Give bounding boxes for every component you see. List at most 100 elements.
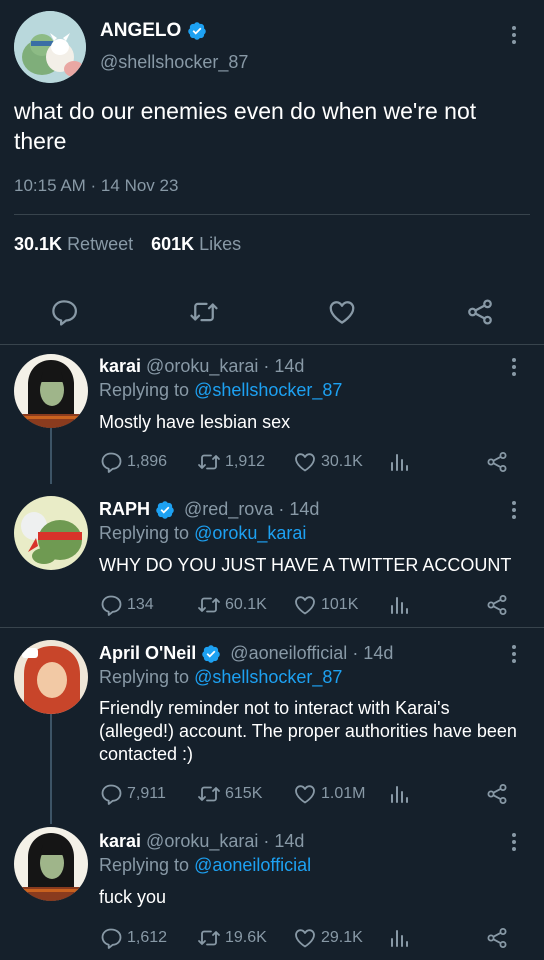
tweet-text: what do our enemies even do when we're n… [14,98,477,154]
reply-count: 1,896 [127,453,168,470]
replying-to-link[interactable]: @shellshocker_87 [194,667,342,687]
like-count: 29.1K [321,929,363,946]
replying-to-link[interactable]: @oroku_karai [194,523,306,543]
like-button[interactable]: 1.01M [293,781,365,807]
analytics-button[interactable] [387,449,411,475]
likes-stat[interactable]: 601K Likes [151,234,241,255]
reply-button[interactable]: 1,612 [99,925,167,951]
like-icon [293,782,317,806]
reply-time[interactable]: · 14d [263,356,304,377]
like-button[interactable] [322,292,362,332]
like-button[interactable]: 29.1K [293,925,363,951]
reply-action-bar: 1,896 1,912 30.1K [99,449,519,475]
reply-action-bar: 134 60.1K 101K [99,592,519,618]
retweet-count: 30.1K [14,234,63,254]
replying-to: Replying to @oroku_karai [99,523,306,544]
likes-count: 601K [151,234,195,254]
retweet-count: 615K [225,785,263,802]
reply-icon [99,593,123,617]
reply-count: 134 [127,596,154,613]
reply-author-handle[interactable]: @red_rova [184,499,273,520]
reply-text: WHY DO YOU JUST HAVE A TWITTER ACCOUNT [99,555,512,575]
avatar[interactable] [14,496,88,570]
like-button[interactable]: 30.1K [293,449,363,475]
more-options-icon[interactable] [504,355,524,379]
likes-label: Likes [199,234,242,254]
reply-header: April O'Neil @aoneilofficial · 14d [99,643,393,664]
share-icon [465,297,495,327]
reply-time[interactable]: · 14d [263,831,304,852]
analytics-button[interactable] [387,925,411,951]
like-count: 101K [321,596,359,613]
replying-to-link[interactable]: @shellshocker_87 [194,380,342,400]
like-button[interactable]: 101K [293,592,358,618]
more-options-icon[interactable] [504,498,524,522]
reply-time[interactable]: · 14d [278,499,319,520]
more-options-icon[interactable] [504,23,524,47]
reply-icon [99,450,123,474]
retweet-icon [197,926,221,950]
like-icon [293,926,317,950]
share-button[interactable] [460,292,500,332]
author-name-row[interactable]: ANGELO [100,20,207,42]
reply-action-bar: 7,911 615K 1.01M [99,781,519,807]
share-icon [485,593,509,617]
divider [0,344,544,345]
reply-icon [99,782,123,806]
reply-button[interactable] [44,292,84,332]
tweet-timestamp[interactable]: 10:15 AM · 14 Nov 23 [14,176,178,196]
retweet-button[interactable] [184,292,224,332]
author-handle[interactable]: @shellshocker_87 [100,52,248,73]
divider [14,214,530,215]
analytics-icon [387,450,411,474]
reply-button[interactable]: 134 [99,592,154,618]
reply-author-handle[interactable]: @oroku_karai [146,356,258,377]
analytics-icon [387,782,411,806]
author-name[interactable]: ANGELO [100,20,181,42]
reply-button[interactable]: 1,896 [99,449,167,475]
verified-badge-icon [187,21,207,41]
retweet-stat[interactable]: 30.1K Retweet [14,234,133,255]
reply-author-name[interactable]: karai [99,831,141,852]
reply-author-handle[interactable]: @oroku_karai [146,831,258,852]
retweet-button[interactable]: 60.1K [197,592,267,618]
like-icon [327,297,357,327]
avatar[interactable] [14,354,88,428]
avatar[interactable] [14,11,86,83]
retweet-icon [197,593,221,617]
replying-to-link[interactable]: @aoneilofficial [194,855,311,875]
like-count: 30.1K [321,453,363,470]
share-icon [485,450,509,474]
reply-icon [99,926,123,950]
reply-author-name[interactable]: karai [99,356,141,377]
more-options-icon[interactable] [504,642,524,666]
like-icon [293,450,317,474]
retweet-button[interactable]: 1,912 [197,449,265,475]
reply-author-name[interactable]: April O'Neil [99,643,196,664]
reply-header: karai @oroku_karai · 14d [99,356,304,377]
like-icon [293,593,317,617]
reply-author-name[interactable]: RAPH [99,499,150,520]
avatar[interactable] [14,827,88,901]
share-button[interactable] [485,781,509,807]
replying-to-prefix: Replying to [99,667,190,687]
reply-count: 7,911 [127,785,166,802]
analytics-button[interactable] [387,781,411,807]
retweet-button[interactable]: 19.6K [197,925,267,951]
reply-time[interactable]: · 14d [352,643,393,664]
retweet-button[interactable]: 615K [197,781,262,807]
retweet-icon [197,450,221,474]
reply-button[interactable]: 7,911 [99,781,166,807]
share-button[interactable] [485,925,509,951]
share-button[interactable] [485,449,509,475]
more-options-icon[interactable] [504,830,524,854]
reply-author-handle[interactable]: @aoneilofficial [230,643,347,664]
replying-to: Replying to @shellshocker_87 [99,380,342,401]
share-button[interactable] [485,592,509,618]
analytics-button[interactable] [387,592,411,618]
retweet-icon [197,782,221,806]
retweet-count: 1,912 [225,453,266,470]
replying-to-prefix: Replying to [99,523,190,543]
avatar[interactable] [14,640,88,714]
reply-text: Mostly have lesbian sex [99,412,291,432]
